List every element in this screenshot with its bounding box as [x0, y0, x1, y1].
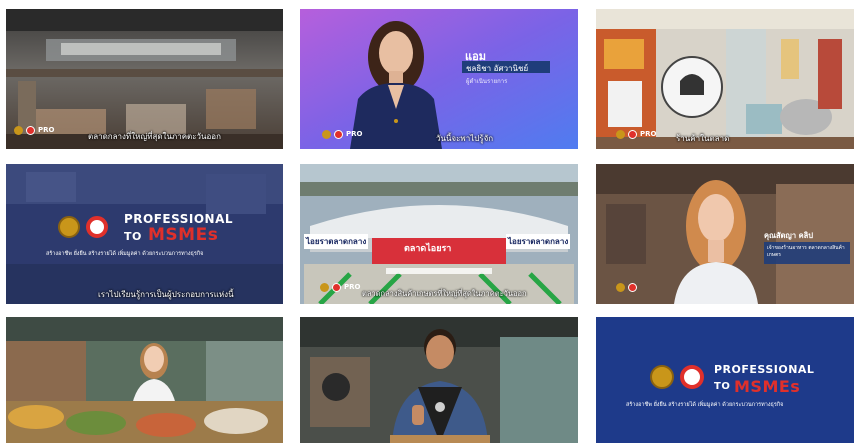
- ministry-seal-icon: [628, 283, 637, 292]
- title-to: TO: [714, 381, 731, 392]
- title-subtitle: สร้างอาชีพ ยั่งยืน สร้างรายได้ เพิ่มมูลค…: [46, 251, 204, 257]
- video-tile-presenter[interactable]: แอม ชลธิชา อัศวานิชย์ ผู้ดำเนินรายการ PR…: [300, 9, 578, 149]
- ministry-seal-icon: [26, 126, 35, 135]
- video-tile-food-vendor[interactable]: [6, 317, 283, 443]
- ministry-seal-icon: [332, 283, 341, 292]
- channel-logos: PRO: [616, 130, 656, 139]
- ministry-seal-icon: [628, 130, 637, 139]
- channel-logos: [616, 283, 637, 292]
- presenter-image: [300, 9, 578, 149]
- government-emblem-icon: [650, 365, 674, 389]
- subtitle-caption: วันนี้จะพาไปรู้จัก: [436, 134, 494, 143]
- food-vendor-image: [6, 317, 283, 443]
- video-tile-market-hall[interactable]: PRO ตลาดกลางที่ใหญ่ที่สุดในภาคตะวันออก: [6, 9, 283, 149]
- video-tile-vendor-thumbs-up[interactable]: [300, 317, 578, 443]
- subtitle-caption: ตลาดกลางที่ใหญ่ที่สุดในภาคตะวันออก: [88, 132, 221, 141]
- video-tile-title-card-street[interactable]: Professional TO MSMEs สร้างอาชีพ ยั่งยืน…: [6, 164, 283, 304]
- brand-mini-logo: PRO: [344, 283, 361, 291]
- title-card-background: [6, 164, 283, 304]
- guest-name: คุณสัตญา คลิป: [764, 231, 814, 240]
- sign-left: ไอยราตลาดกลาง: [304, 234, 369, 249]
- ministry-seal-icon: [680, 365, 704, 389]
- government-emblem-icon: [616, 130, 625, 139]
- government-emblem-icon: [58, 216, 80, 238]
- title-top: Professional: [124, 212, 234, 226]
- video-tile-food-stall[interactable]: PRO ร้านค้าในตลาด: [596, 9, 854, 149]
- title-to: TO: [124, 230, 142, 243]
- brand-mini-logo: PRO: [38, 126, 55, 134]
- video-tile-market-aerial[interactable]: ไอยราตลาดกลาง ตลาดไอยรา ไอยราตลาดกลาง PR…: [300, 164, 578, 304]
- channel-logos: PRO: [320, 283, 360, 292]
- title-main: MSMEs: [148, 225, 219, 245]
- brand-mini-logo: PRO: [640, 130, 657, 138]
- title-subtitle: สร้างอาชีพ ยั่งยืน สร้างรายได้ เพิ่มมูลค…: [626, 402, 784, 408]
- video-tile-title-card-blue[interactable]: Professional TO MSMEs สร้างอาชีพ ยั่งยืน…: [596, 317, 854, 443]
- channel-logos: PRO: [322, 130, 362, 139]
- ministry-seal-icon: [86, 216, 108, 238]
- guest-role: เจ้าของร้านอาหาร ตลาดกลางสินค้าเกษตร: [767, 245, 845, 258]
- government-emblem-icon: [320, 283, 329, 292]
- government-emblem-icon: [616, 283, 625, 292]
- government-emblem-icon: [14, 126, 23, 135]
- ministry-seal-icon: [334, 130, 343, 139]
- host-subtitle: ผู้ดำเนินรายการ: [466, 78, 508, 85]
- vendor-image: [300, 317, 578, 443]
- title-top: Professional: [714, 363, 815, 376]
- video-tile-interview-woman[interactable]: คุณสัตญา คลิป เจ้าของร้านอาหาร ตลาดกลางส…: [596, 164, 854, 304]
- channel-logos: PRO: [14, 126, 54, 135]
- subtitle-caption: เราไปเรียนรู้การเป็นผู้ประกอบการแห่งนี้: [98, 290, 234, 299]
- title-emblems: [650, 365, 704, 389]
- host-fullname: ชลธิชา อัศวานิชย์: [466, 64, 529, 73]
- subtitle-caption: ตลาดกลางสินค้าเกษตรที่ใหญ่ที่สุดในภาคตะว…: [362, 289, 527, 298]
- sign-center: ตลาดไอยรา: [404, 244, 452, 254]
- food-stall-image: [596, 9, 854, 149]
- subtitle-caption: ร้านค้าในตลาด: [676, 134, 730, 143]
- title-main: MSMEs: [734, 377, 801, 396]
- brand-mini-logo: PRO: [346, 130, 363, 138]
- title-emblems: [58, 216, 108, 238]
- sign-right: ไอยราตลาดกลาง: [506, 234, 571, 249]
- government-emblem-icon: [322, 130, 331, 139]
